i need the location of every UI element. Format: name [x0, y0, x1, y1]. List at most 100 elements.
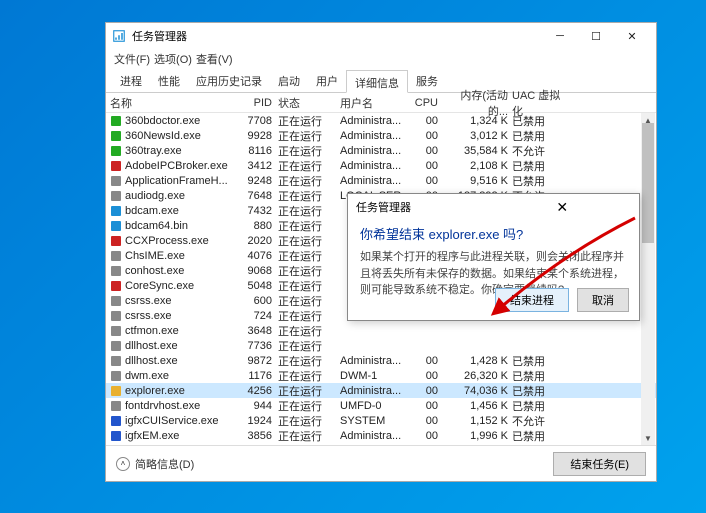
header-user[interactable]: 用户名 — [340, 95, 412, 111]
end-process-button[interactable]: 结束进程 — [495, 288, 569, 312]
process-cpu: 00 — [412, 130, 442, 142]
process-user: SYSTEM — [340, 415, 412, 427]
menu-view[interactable]: 查看(V) — [196, 51, 233, 67]
process-mem: 35,584 K — [442, 145, 512, 157]
tabstrip: 进程性能应用历史记录启动用户详细信息服务 — [106, 69, 656, 93]
process-icon — [110, 175, 122, 187]
table-row[interactable]: 360bdoctor.exe7708正在运行Administra...001,3… — [106, 113, 656, 128]
table-row[interactable]: lsass.exe792正在运行SYSTEM005,100 K不允许 — [106, 443, 656, 445]
process-pid: 600 — [240, 295, 278, 307]
process-pid: 8116 — [240, 145, 278, 157]
process-status: 正在运行 — [278, 113, 340, 129]
process-mem: 1,456 K — [442, 400, 512, 412]
dialog-title: 任务管理器 — [356, 199, 494, 215]
process-user: Administra... — [340, 160, 412, 172]
process-name: bdcam.exe — [125, 205, 240, 217]
table-row[interactable]: ctfmon.exe3648正在运行 — [106, 323, 656, 338]
process-pid: 1924 — [240, 415, 278, 427]
close-button[interactable]: ✕ — [614, 23, 650, 49]
process-pid: 3412 — [240, 160, 278, 172]
table-row[interactable]: 360NewsId.exe9928正在运行Administra...003,01… — [106, 128, 656, 143]
process-status: 正在运行 — [278, 323, 340, 339]
titlebar[interactable]: 任务管理器 ─ ☐ ✕ — [106, 23, 656, 49]
process-pid: 9872 — [240, 355, 278, 367]
process-uac: 不允许 — [512, 143, 562, 159]
menu-file[interactable]: 文件(F) — [114, 51, 150, 67]
process-status: 正在运行 — [278, 173, 340, 189]
process-icon — [110, 190, 122, 202]
process-cpu: 00 — [412, 385, 442, 397]
tab-1[interactable]: 性能 — [150, 69, 188, 92]
process-name: igfxEM.exe — [125, 430, 240, 442]
table-row[interactable]: igfxEM.exe3856正在运行Administra...001,996 K… — [106, 428, 656, 443]
process-mem: 26,320 K — [442, 370, 512, 382]
header-cpu[interactable]: CPU — [412, 97, 442, 109]
process-user: Administra... — [340, 130, 412, 142]
header-status[interactable]: 状态 — [278, 95, 340, 111]
header-pid[interactable]: PID — [240, 97, 278, 109]
table-row[interactable]: 360tray.exe8116正在运行Administra...0035,584… — [106, 143, 656, 158]
table-row[interactable]: dllhost.exe9872正在运行Administra...001,428 … — [106, 353, 656, 368]
table-row[interactable]: igfxCUIService.exe1924正在运行SYSTEM001,152 … — [106, 413, 656, 428]
process-icon — [110, 340, 122, 352]
process-icon — [110, 415, 122, 427]
process-user: DWM-1 — [340, 370, 412, 382]
scroll-thumb[interactable] — [642, 123, 654, 243]
tab-3[interactable]: 启动 — [270, 69, 308, 92]
process-cpu: 00 — [412, 160, 442, 172]
process-status: 正在运行 — [278, 428, 340, 444]
tab-6[interactable]: 服务 — [408, 69, 446, 92]
tab-0[interactable]: 进程 — [112, 69, 150, 92]
confirm-dialog: 任务管理器 ✕ 你希望结束 explorer.exe 吗? 如果某个打开的程序与… — [347, 193, 640, 321]
scroll-down-icon[interactable]: ▼ — [641, 431, 655, 445]
app-icon — [112, 29, 126, 43]
process-user: UMFD-0 — [340, 400, 412, 412]
process-icon — [110, 160, 122, 172]
process-uac: 已禁用 — [512, 383, 562, 399]
menu-options[interactable]: 选项(O) — [154, 51, 192, 67]
fewer-details-label: 简略信息(D) — [135, 456, 194, 472]
end-task-button[interactable]: 结束任务(E) — [553, 452, 646, 476]
maximize-button[interactable]: ☐ — [578, 23, 614, 49]
process-icon — [110, 370, 122, 382]
tab-4[interactable]: 用户 — [308, 69, 346, 92]
table-row[interactable]: dllhost.exe7736正在运行 — [106, 338, 656, 353]
fewer-details-button[interactable]: ˄ 简略信息(D) — [116, 456, 194, 472]
header-name[interactable]: 名称 — [110, 95, 240, 111]
chevron-up-icon: ˄ — [116, 457, 130, 471]
table-row[interactable]: AdobeIPCBroker.exe3412正在运行Administra...0… — [106, 158, 656, 173]
tab-2[interactable]: 应用历史记录 — [188, 69, 270, 92]
process-icon — [110, 400, 122, 412]
process-name: 360tray.exe — [125, 145, 240, 157]
process-pid: 5048 — [240, 280, 278, 292]
process-name: dllhost.exe — [125, 340, 240, 352]
process-icon — [110, 130, 122, 142]
table-row[interactable]: fontdrvhost.exe944正在运行UMFD-0001,456 K已禁用 — [106, 398, 656, 413]
process-name: dwm.exe — [125, 370, 240, 382]
process-icon — [110, 280, 122, 292]
process-mem: 1,996 K — [442, 430, 512, 442]
process-icon — [110, 115, 122, 127]
table-row[interactable]: dwm.exe1176正在运行DWM-10026,320 K已禁用 — [106, 368, 656, 383]
process-mem: 3,012 K — [442, 130, 512, 142]
table-row[interactable]: ApplicationFrameH...9248正在运行Administra..… — [106, 173, 656, 188]
process-status: 正在运行 — [278, 353, 340, 369]
dialog-question: 你希望结束 explorer.exe 吗? — [348, 220, 639, 249]
table-row[interactable]: explorer.exe4256正在运行Administra...0074,03… — [106, 383, 656, 398]
column-headers[interactable]: 名称 PID 状态 用户名 CPU 内存(活动的... UAC 虚拟化 — [106, 93, 656, 113]
dialog-titlebar[interactable]: 任务管理器 ✕ — [348, 194, 639, 220]
process-icon — [110, 355, 122, 367]
process-status: 正在运行 — [278, 128, 340, 144]
cancel-button[interactable]: 取消 — [577, 288, 629, 312]
tab-5[interactable]: 详细信息 — [346, 70, 408, 93]
dialog-close-button[interactable]: ✕ — [494, 199, 632, 216]
process-uac: 已禁用 — [512, 428, 562, 444]
scrollbar[interactable]: ▲ ▼ — [641, 113, 655, 445]
minimize-button[interactable]: ─ — [542, 23, 578, 49]
process-icon — [110, 385, 122, 397]
process-name: explorer.exe — [125, 385, 240, 397]
process-pid: 4256 — [240, 385, 278, 397]
process-mem: 5,100 K — [442, 445, 512, 446]
process-user: Administra... — [340, 175, 412, 187]
process-icon — [110, 310, 122, 322]
